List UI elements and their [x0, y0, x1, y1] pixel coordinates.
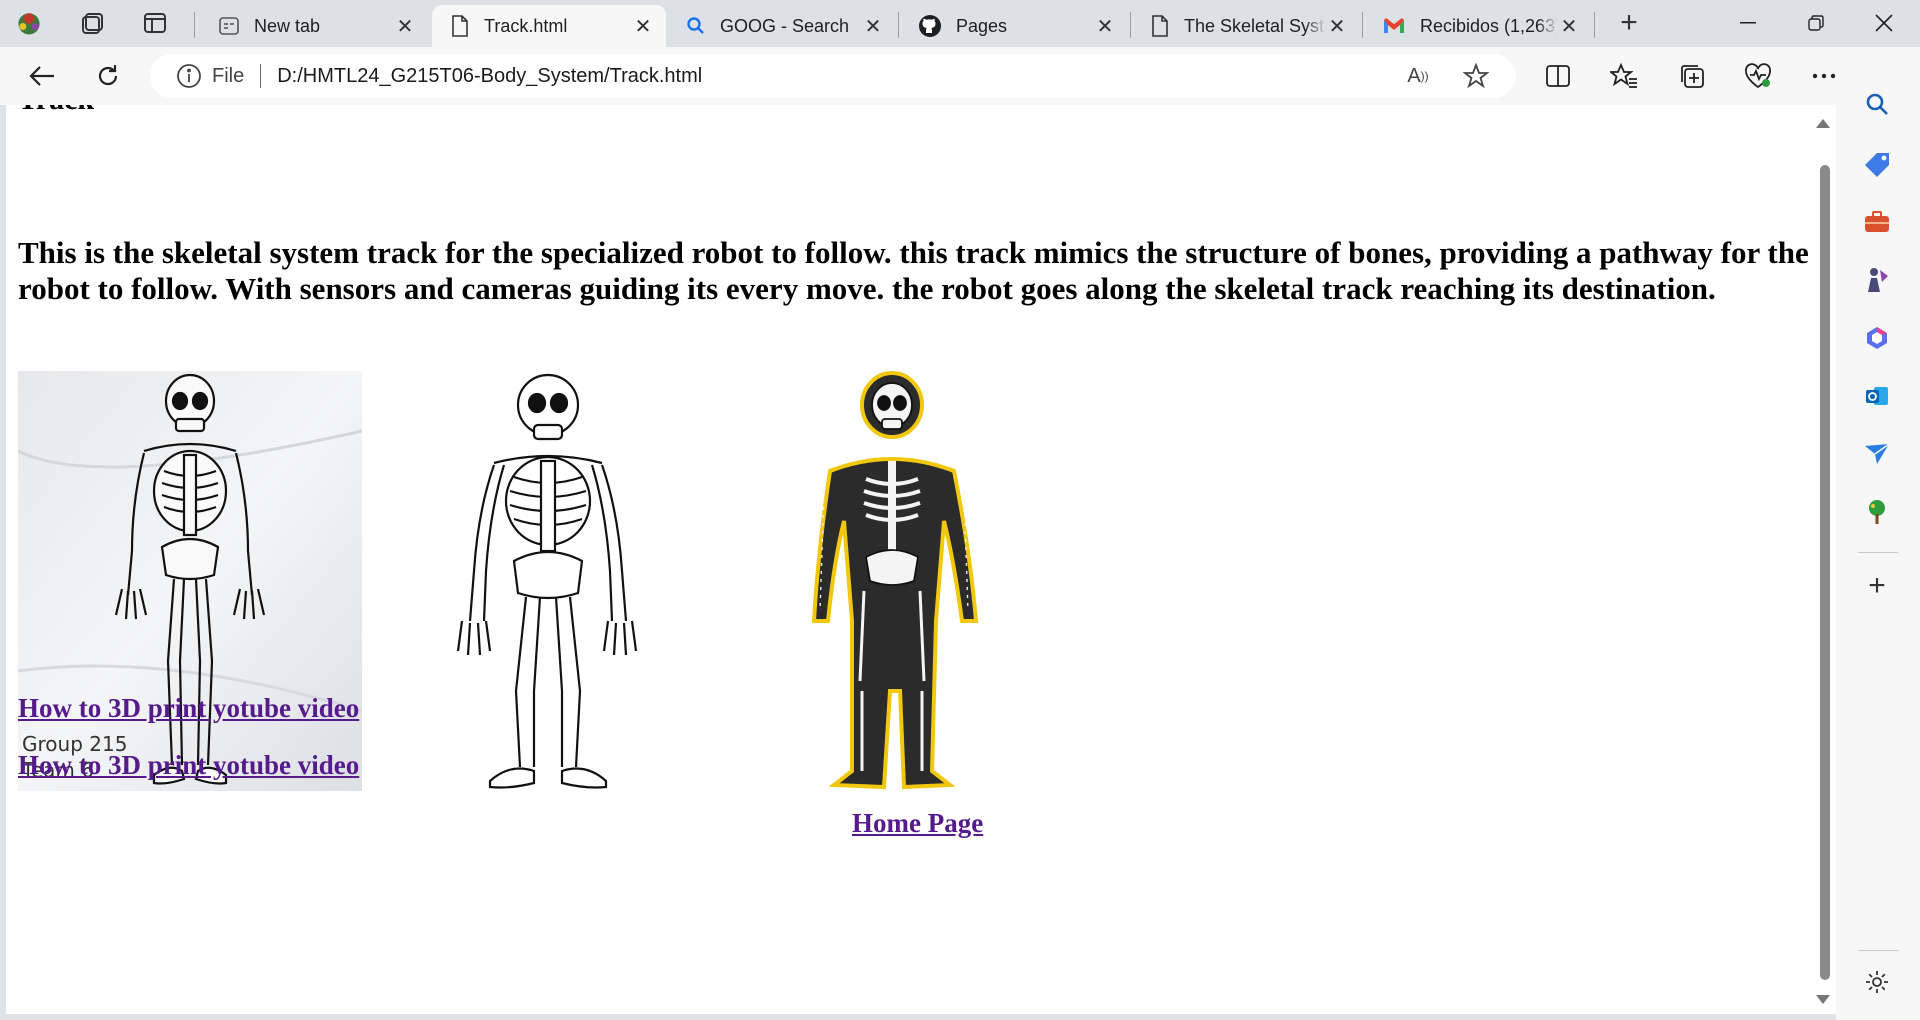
navigation-toolbar: File D:/HMTL24_G215T06-Body_System/Track…: [0, 47, 1920, 105]
new-tab-plus-icon[interactable]: +: [1614, 6, 1644, 39]
sidebar-microsoft-365-icon[interactable]: [1860, 321, 1894, 355]
vertical-scrollbar[interactable]: [1814, 105, 1836, 1014]
home-page-link[interactable]: Home Page: [852, 808, 983, 839]
address-divider: [260, 64, 262, 88]
refresh-icon[interactable]: [88, 56, 128, 96]
workspaces-icon[interactable]: [78, 8, 108, 38]
tab-goog-search[interactable]: GOOG - Search ✕: [668, 5, 896, 47]
profile-avatar-icon[interactable]: [14, 8, 44, 38]
scroll-up-arrow-icon[interactable]: [1816, 119, 1830, 128]
split-screen-icon[interactable]: [1538, 56, 1578, 96]
tab-skeletal-system[interactable]: The Skeletal Syst ✕: [1132, 5, 1360, 47]
sidebar-search-icon[interactable]: [1860, 87, 1894, 121]
minimize-icon[interactable]: [1718, 0, 1778, 46]
search-icon: [687, 17, 704, 34]
read-aloud-icon[interactable]: A)): [1404, 62, 1432, 90]
photo-of-printed-skeletal-track: Group 215 Team 6: [18, 371, 362, 791]
sidebar-send-plane-icon[interactable]: [1860, 437, 1894, 471]
tab-pages[interactable]: Pages ✕: [900, 5, 1128, 47]
sidebar-divider: [1858, 552, 1898, 553]
skeleton-track-dark-with-yellow-outline: [811, 371, 979, 790]
close-window-icon[interactable]: [1854, 0, 1914, 46]
info-icon[interactable]: [176, 63, 202, 89]
tab-separator: [1130, 12, 1131, 38]
browser-essentials-icon[interactable]: [1738, 56, 1778, 96]
tab-separator: [898, 12, 899, 38]
scroll-down-arrow-icon[interactable]: [1816, 995, 1830, 1004]
collections-icon[interactable]: [1672, 56, 1712, 96]
favorites-icon[interactable]: [1604, 56, 1644, 96]
tab-label: GOOG - Search: [720, 15, 850, 36]
scheme-label: File: [212, 64, 245, 87]
tab-track-html[interactable]: Track.html ✕: [432, 5, 666, 47]
sidebar-add-plus-icon[interactable]: +: [1860, 569, 1894, 603]
newtab-page-icon: [219, 17, 239, 35]
document-icon: [1152, 15, 1168, 37]
favorite-star-icon[interactable]: [1462, 62, 1490, 90]
page-heading: Track: [18, 105, 94, 117]
sidebar-shopping-tag-icon[interactable]: [1860, 147, 1894, 181]
image-row: Group 215 Team 6: [18, 371, 1218, 791]
restore-icon[interactable]: [1786, 0, 1846, 46]
github-icon: [919, 15, 941, 37]
tab-separator: [1594, 12, 1595, 38]
tab-label: New tab: [254, 15, 321, 36]
tab-separator: [194, 12, 195, 38]
scrollbar-thumb[interactable]: [1820, 165, 1830, 980]
close-icon[interactable]: ✕: [394, 14, 416, 39]
tab-separator: [1362, 12, 1363, 38]
page-viewport: Track This is the skeletal system track …: [6, 105, 1836, 1014]
edge-sidebar: +: [1836, 47, 1920, 1020]
address-bar[interactable]: File D:/HMTL24_G215T06-Body_System/Track…: [150, 54, 1516, 98]
tab-label: The Skeletal Syst: [1184, 15, 1325, 36]
sidebar-tools-briefcase-icon[interactable]: [1860, 205, 1894, 239]
vertical-tabs-icon[interactable]: [140, 8, 170, 38]
tab-label: Recibidos (1,263): [1420, 15, 1558, 36]
tab-gmail-inbox[interactable]: Recibidos (1,263) ✕: [1364, 5, 1592, 47]
close-icon[interactable]: ✕: [1326, 14, 1348, 39]
tab-label: Pages: [956, 15, 1008, 36]
track-description: This is the skeletal system track for th…: [18, 235, 1809, 306]
back-arrow-icon[interactable]: [22, 56, 62, 96]
sidebar-games-chess-icon[interactable]: [1860, 263, 1894, 297]
close-icon[interactable]: ✕: [632, 14, 654, 39]
close-icon[interactable]: ✕: [1094, 14, 1116, 39]
sidebar-tree-icon[interactable]: [1860, 495, 1894, 529]
tab-new-tab[interactable]: New tab ✕: [200, 5, 428, 47]
sidebar-settings-gear-icon[interactable]: [1860, 965, 1894, 999]
sidebar-outlook-icon[interactable]: [1860, 379, 1894, 413]
how-to-3d-print-video-link-2[interactable]: How to 3D print yotube video: [18, 750, 359, 781]
gmail-icon: [1384, 18, 1404, 33]
url-text[interactable]: D:/HMTL24_G215T06-Body_System/Track.html: [277, 65, 702, 88]
how-to-3d-print-video-link-1[interactable]: How to 3D print yotube video: [18, 693, 359, 724]
close-icon[interactable]: ✕: [1558, 14, 1580, 39]
document-icon: [452, 15, 468, 37]
skeleton-outline-drawing: [456, 373, 638, 789]
tab-strip: New tab ✕ Track.html ✕ GOOG - Search ✕ P…: [0, 0, 1920, 47]
sidebar-divider: [1858, 950, 1898, 951]
close-icon[interactable]: ✕: [862, 14, 884, 39]
tab-label: Track.html: [484, 15, 568, 36]
